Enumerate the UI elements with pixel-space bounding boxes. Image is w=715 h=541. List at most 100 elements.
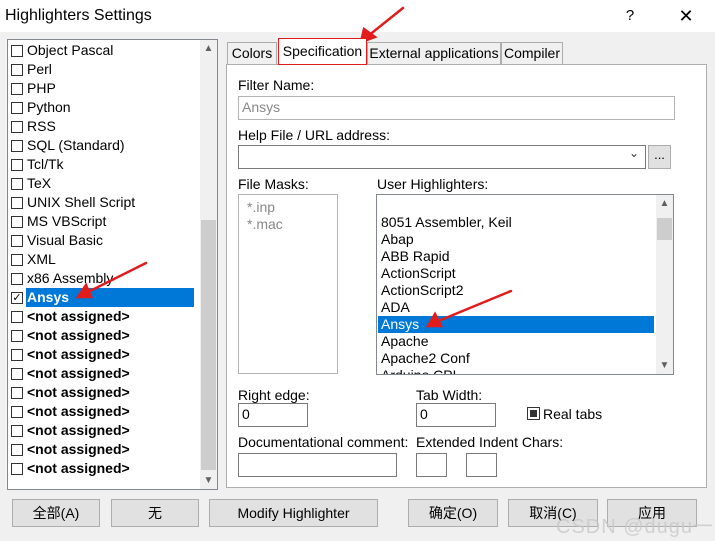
scroll-up-icon[interactable]: ▲ [656,195,673,212]
scroll-down-icon[interactable]: ▼ [656,357,673,374]
highlighter-checklist[interactable]: Object Pascal Perl PHP Python RSS SQL (Standa… [7,39,218,490]
user-highlighters-list[interactable]: 8051 Assembler, Keil Abap ABB Rapid ActionS… [376,194,674,375]
checklist-item[interactable]: RSS [8,117,194,136]
close-button[interactable]: ✕ [673,3,699,29]
checklist-item[interactable]: ✓ Ansys [8,288,194,307]
doc-comment-input[interactable] [238,453,397,477]
checklist-item-label: PHP [27,80,56,96]
checkbox[interactable] [11,349,23,361]
ok-button[interactable]: 确定(O) [408,499,498,527]
highlighter-list-item[interactable]: Apache [378,333,654,350]
real-tabs-checkbox[interactable] [527,407,540,420]
checklist-item-label: MS VBScript [27,213,107,229]
tab-colors[interactable]: Colors [227,42,277,64]
checklist-item-label: UNIX Shell Script [27,194,136,210]
checkbox[interactable] [11,140,23,152]
right-edge-input[interactable]: 0 [238,403,308,427]
checkbox[interactable] [11,273,23,285]
checklist-item[interactable]: <not assigned> [8,326,194,345]
checklist-item-label: <not assigned> [27,308,130,324]
tab-width-input[interactable]: 0 [416,403,496,427]
checklist-item[interactable]: PHP [8,79,194,98]
highlighter-list-item[interactable]: Abap [378,231,654,248]
scrollbar-thumb[interactable] [201,220,216,470]
checklist-item[interactable]: MS VBScript [8,212,194,231]
checklist-item[interactable]: UNIX Shell Script [8,193,194,212]
checklist-item[interactable]: XML [8,250,194,269]
checkbox[interactable]: ✓ [11,292,23,304]
checkbox[interactable] [11,463,23,475]
checklist-item[interactable]: TeX [8,174,194,193]
checkbox[interactable] [11,254,23,266]
checkbox[interactable] [11,387,23,399]
checklist-item[interactable]: <not assigned> [8,402,194,421]
chevron-down-icon[interactable]: ⌄ [629,146,639,160]
checklist-item[interactable]: <not assigned> [8,440,194,459]
checkbox[interactable] [11,64,23,76]
tab-specification[interactable]: Specification [278,38,367,65]
select-none-button[interactable]: 无 [111,499,199,527]
extended-indent-input-1[interactable] [416,453,447,477]
checklist-item-label: <not assigned> [27,365,130,381]
checkbox[interactable] [11,330,23,342]
browse-button[interactable]: ... [648,145,671,169]
checklist-item-label: <not assigned> [27,441,130,457]
checkbox[interactable] [11,121,23,133]
checklist-item-label: Object Pascal [27,42,114,58]
checklist-item[interactable]: <not assigned> [8,421,194,440]
modify-highlighter-button[interactable]: Modify Highlighter [209,499,378,527]
checklist-item[interactable]: <not assigned> [8,307,194,326]
checkbox[interactable] [11,159,23,171]
tab-compiler[interactable]: Compiler [501,42,563,64]
scrollbar-thumb[interactable] [657,218,672,240]
checkbox[interactable] [11,368,23,380]
checkbox[interactable] [11,102,23,114]
checkbox[interactable] [11,311,23,323]
checklist-item-label: <not assigned> [27,384,130,400]
real-tabs-label: Real tabs [543,406,603,422]
scroll-down-icon[interactable]: ▼ [200,472,217,489]
checkbox[interactable] [11,197,23,209]
file-mask-item: *.mac [247,216,283,232]
highlighter-list-item[interactable]: ABB Rapid [378,248,654,265]
highlighter-list-item[interactable]: 8051 Assembler, Keil [378,214,654,231]
select-all-button[interactable]: 全部(A) [12,499,100,527]
highlighter-list-item[interactable]: ActionScript2 [378,282,654,299]
highlighters-scrollbar[interactable]: ▲ ▼ [656,195,673,374]
checklist-item[interactable]: Perl [8,60,194,79]
checklist-item[interactable]: Tcl/Tk [8,155,194,174]
scroll-up-icon[interactable]: ▲ [200,40,217,57]
checklist-item[interactable]: Object Pascal [8,41,194,60]
checklist-item[interactable]: <not assigned> [8,383,194,402]
checklist-item[interactable]: SQL (Standard) [8,136,194,155]
checklist-item[interactable]: <not assigned> [8,364,194,383]
highlighter-list-item[interactable]: Arduino CPL [378,367,654,374]
extended-indent-input-2[interactable] [466,453,497,477]
help-file-combobox[interactable] [238,145,646,169]
highlighter-list-item[interactable]: Apache2 Conf [378,350,654,367]
help-button[interactable]: ? [620,5,640,27]
checkbox[interactable] [11,83,23,95]
checkbox[interactable] [11,406,23,418]
checkbox[interactable] [11,444,23,456]
highlighter-list-item[interactable]: ADA [378,299,654,316]
highlighter-list-item[interactable]: Ansys [378,316,654,333]
file-masks-list[interactable]: *.inp *.mac [238,194,338,374]
checkbox[interactable] [11,178,23,190]
doc-comment-label: Documentational comment: [238,434,409,450]
checkbox[interactable] [11,425,23,437]
checklist-item[interactable]: <not assigned> [8,345,194,364]
checklist-item[interactable]: Visual Basic [8,231,194,250]
checklist-item-label: <not assigned> [27,327,130,343]
checkbox[interactable] [11,45,23,57]
filter-name-input[interactable]: Ansys [238,96,675,120]
checklist-item[interactable]: Python [8,98,194,117]
checklist-item[interactable]: x86 Assembly [8,269,194,288]
highlighter-list-item[interactable]: ActionScript [378,265,654,282]
checklist-scrollbar[interactable]: ▲ ▼ [200,40,217,489]
tab-external-applications[interactable]: External applications [367,42,501,64]
checklist-item[interactable]: <not assigned> [8,459,194,478]
file-masks-label: File Masks: [238,176,309,192]
checkbox[interactable] [11,235,23,247]
checkbox[interactable] [11,216,23,228]
